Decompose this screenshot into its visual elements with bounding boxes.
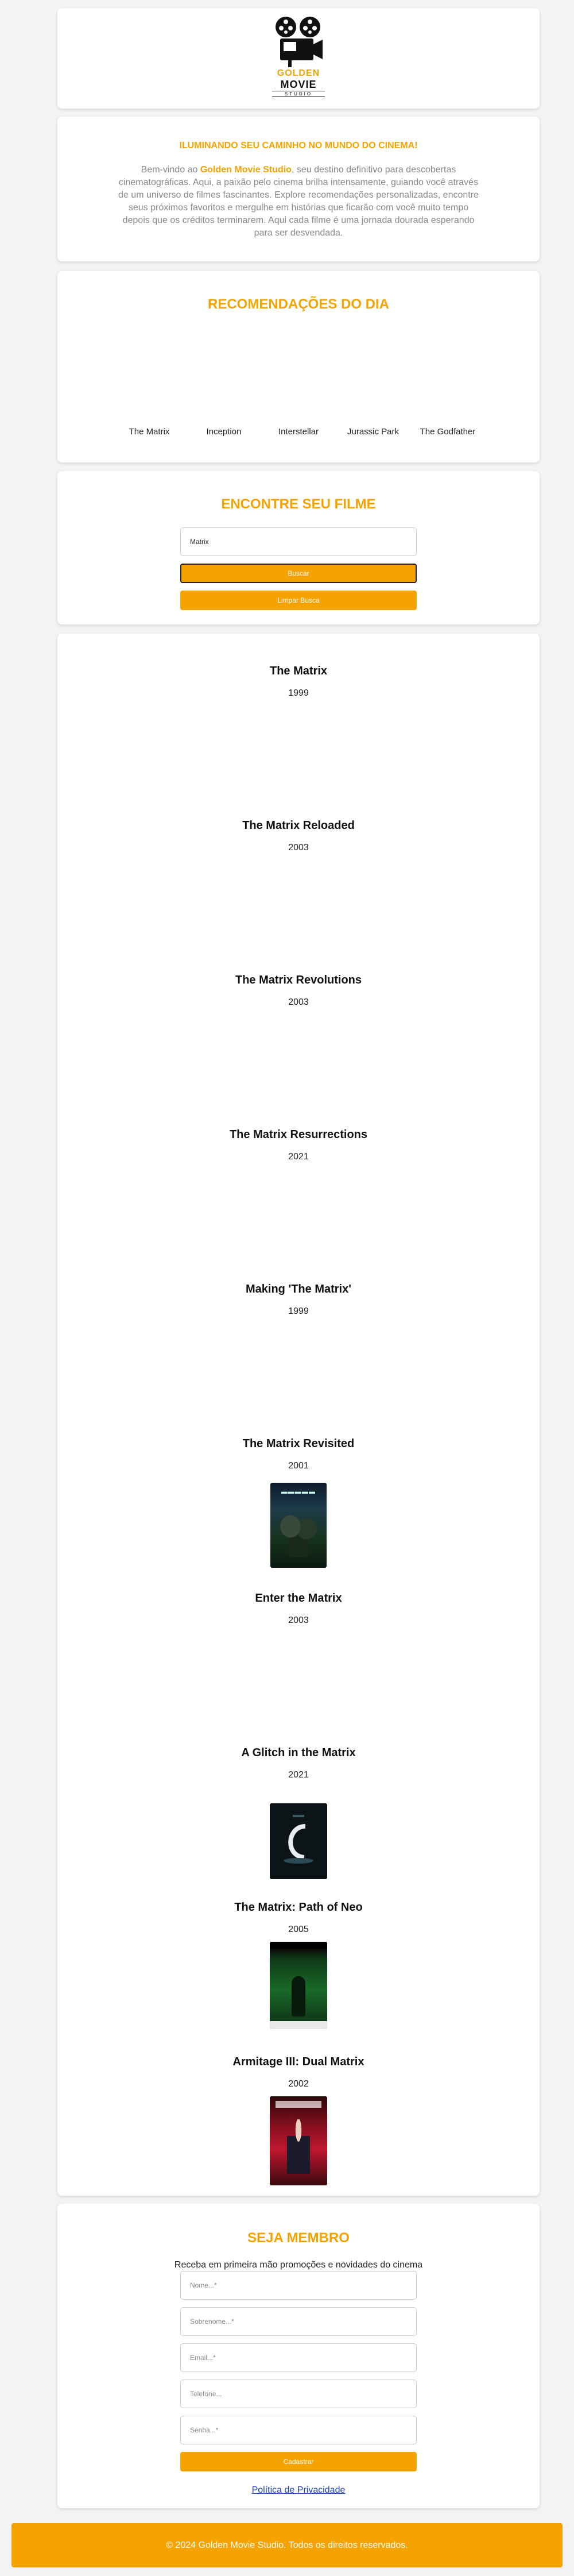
intro-text-end: , seu destino definitivo para descoberta… bbox=[118, 165, 479, 238]
phone-field[interactable]: Telefone... bbox=[180, 2380, 417, 2408]
armitage-poster[interactable] bbox=[270, 2096, 327, 2185]
poster-figures bbox=[278, 1506, 319, 1557]
membership-title: SEJA MEMBRO bbox=[247, 2230, 350, 2246]
result-title: Making 'The Matrix' bbox=[246, 1283, 351, 1295]
ps2-banner bbox=[270, 1942, 327, 1949]
glitch-poster[interactable] bbox=[270, 1803, 327, 1879]
result-title: The Matrix bbox=[269, 665, 328, 677]
poster-title-text: ▬▬▬▬▬ bbox=[281, 1488, 316, 1495]
result-year: 2001 bbox=[288, 1461, 309, 1471]
recommendation-item[interactable]: The Godfather bbox=[410, 427, 485, 437]
clear-search-button[interactable]: Limpar Busca bbox=[180, 591, 417, 610]
result-year: 2021 bbox=[288, 1770, 309, 1780]
search-button[interactable]: Buscar bbox=[180, 564, 417, 583]
logo[interactable]: GOLDEN MOVIE STUDIO bbox=[272, 16, 325, 102]
intro-headline: ILUMINANDO SEU CAMINHO NO MUNDO DO CINEM… bbox=[179, 141, 418, 151]
result-year: 2003 bbox=[288, 1615, 309, 1625]
matrix-revisited-poster[interactable]: ▬▬▬▬▬ bbox=[270, 1483, 327, 1568]
result-title: The Matrix Revolutions bbox=[235, 974, 362, 986]
result-item[interactable]: The Matrix 1999 bbox=[57, 665, 540, 699]
recommendation-item[interactable]: Inception bbox=[187, 427, 261, 437]
result-year: 1999 bbox=[288, 1306, 309, 1316]
poster-figure bbox=[292, 1976, 305, 2016]
result-title: Armitage III: Dual Matrix bbox=[232, 2056, 364, 2068]
footer: © 2024 Golden Movie Studio. Todos os dir… bbox=[11, 2523, 563, 2567]
result-item[interactable]: Enter the Matrix 2003 bbox=[57, 1592, 540, 1626]
recommendations-list: The Matrix Inception Interstellar Jurass… bbox=[57, 427, 540, 437]
result-item[interactable]: The Matrix Revisited 2001 ▬▬▬▬▬ bbox=[57, 1437, 540, 1568]
recommendation-item[interactable]: The Matrix bbox=[112, 427, 187, 437]
email-field[interactable]: Email...* bbox=[180, 2343, 417, 2372]
result-item[interactable]: The Matrix Reloaded 2003 bbox=[57, 819, 540, 853]
result-year: 2021 bbox=[288, 1152, 309, 1162]
result-item[interactable]: The Matrix: Path of Neo 2005 bbox=[57, 1901, 540, 2029]
intro-brand-name: Golden Movie Studio bbox=[200, 165, 292, 175]
result-item[interactable]: Armitage III: Dual Matrix 2002 bbox=[57, 2056, 540, 2185]
result-title: The Matrix Reloaded bbox=[242, 819, 355, 832]
result-title: The Matrix: Path of Neo bbox=[234, 1901, 363, 1914]
result-item[interactable]: Making 'The Matrix' 1999 bbox=[57, 1283, 540, 1317]
header: GOLDEN MOVIE STUDIO bbox=[57, 8, 540, 109]
signup-button[interactable]: Cadastrar bbox=[180, 2452, 417, 2471]
poster-title-bar bbox=[276, 2101, 321, 2108]
result-title: A Glitch in the Matrix bbox=[241, 1746, 356, 1759]
result-year: 1999 bbox=[288, 688, 309, 698]
recommendation-item[interactable]: Interstellar bbox=[261, 427, 336, 437]
membership-section: SEJA MEMBRO Receba em primeira mão promo… bbox=[57, 2204, 540, 2508]
intro-text-start: Bem-vindo ao bbox=[141, 165, 200, 175]
result-title: The Matrix Resurrections bbox=[229, 1128, 368, 1141]
result-title: Enter the Matrix bbox=[255, 1592, 342, 1605]
glitch-poster-art bbox=[284, 1815, 313, 1864]
poster-bottom-bar bbox=[270, 2021, 327, 2029]
result-year: 2003 bbox=[288, 997, 309, 1007]
logo-text-golden: GOLDEN bbox=[277, 68, 320, 78]
search-input[interactable]: Matrix bbox=[180, 527, 417, 556]
recommendation-item[interactable]: Jurassic Park bbox=[336, 427, 410, 437]
first-name-field[interactable]: Nome...* bbox=[180, 2271, 417, 2300]
logo-text-studio: STUDIO bbox=[272, 90, 325, 97]
result-title: The Matrix Revisited bbox=[242, 1437, 355, 1450]
privacy-policy-link[interactable]: Política de Privacidade bbox=[57, 2485, 540, 2496]
result-year: 2002 bbox=[288, 2079, 309, 2089]
recommendations-section: RECOMENDAÇÕES DO DIA The Matrix Inceptio… bbox=[57, 271, 540, 462]
result-item[interactable]: A Glitch in the Matrix 2021 bbox=[57, 1746, 540, 1879]
search-title: ENCONTRE SEU FILME bbox=[221, 496, 376, 512]
search-section: ENCONTRE SEU FILME Matrix Buscar Limpar … bbox=[57, 471, 540, 624]
search-results: The Matrix 1999 The Matrix Reloaded 2003… bbox=[57, 634, 540, 2196]
footer-text: © 2024 Golden Movie Studio. Todos os dir… bbox=[166, 2540, 408, 2550]
password-field[interactable]: Senha...* bbox=[180, 2416, 417, 2444]
result-year: 2003 bbox=[288, 843, 309, 853]
result-year: 2005 bbox=[288, 1925, 309, 1934]
intro-text: Bem-vindo ao Golden Movie Studio, seu de… bbox=[115, 164, 482, 240]
recommendations-title: RECOMENDAÇÕES DO DIA bbox=[207, 296, 390, 312]
intro-section: ILUMINANDO SEU CAMINHO NO MUNDO DO CINEM… bbox=[57, 117, 540, 261]
logo-text-movie: MOVIE bbox=[280, 78, 317, 90]
last-name-field[interactable]: Sobrenome...* bbox=[180, 2307, 417, 2336]
result-item[interactable]: The Matrix Resurrections 2021 bbox=[57, 1128, 540, 1162]
poster-figure bbox=[287, 2119, 310, 2174]
membership-subtitle: Receba em primeira mão promoções e novid… bbox=[174, 2260, 423, 2270]
result-item[interactable]: The Matrix Revolutions 2003 bbox=[57, 974, 540, 1008]
path-of-neo-poster[interactable] bbox=[270, 1942, 327, 2029]
